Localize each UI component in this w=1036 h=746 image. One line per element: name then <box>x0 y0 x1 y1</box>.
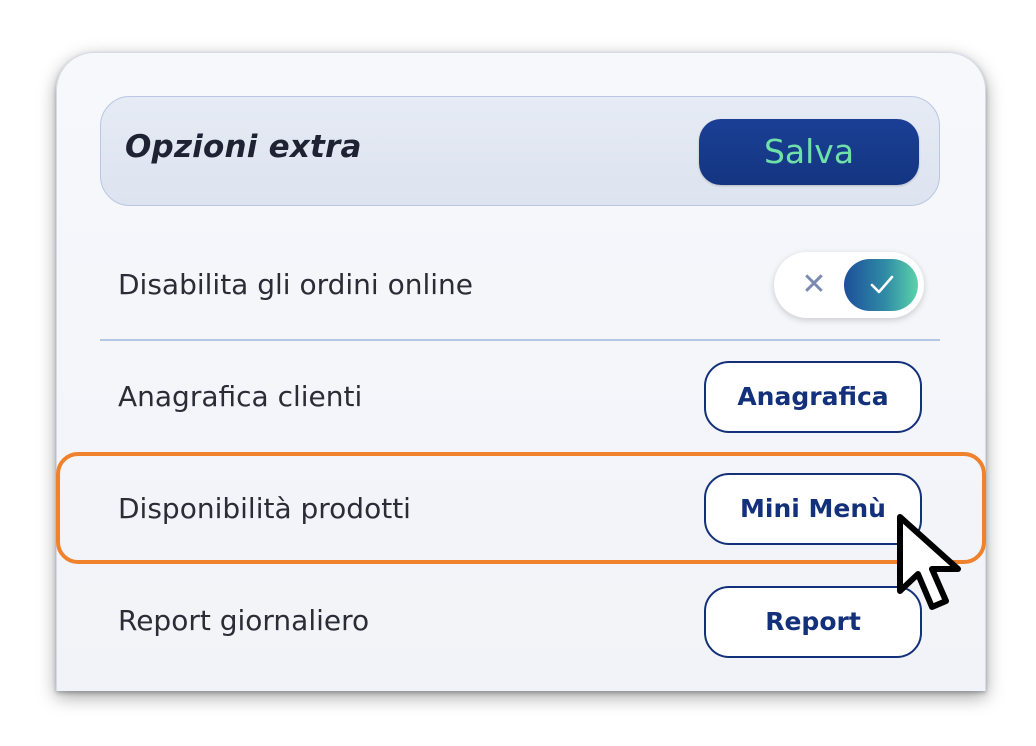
panel-header: Opzioni extra Salva <box>100 96 940 206</box>
product-availability-label: Disponibilità prodotti <box>118 492 411 525</box>
customer-registry-label: Anagrafica clienti <box>118 380 363 413</box>
check-icon <box>870 275 894 294</box>
panel-title: Opzioni extra <box>125 129 362 165</box>
disable-online-orders-label: Disabilita gli ordini online <box>118 268 474 301</box>
report-button[interactable]: Report <box>704 586 922 658</box>
save-button[interactable]: Salva <box>699 119 919 185</box>
daily-report-label: Report giornaliero <box>118 604 370 637</box>
toggle-knob <box>844 259 918 311</box>
mini-menu-button[interactable]: Mini Menù <box>704 473 922 545</box>
anagrafica-button[interactable]: Anagrafica <box>704 361 922 433</box>
section-divider <box>100 339 940 341</box>
close-icon: ✕ <box>801 267 827 302</box>
disable-online-orders-toggle[interactable]: ✕ <box>774 252 924 318</box>
